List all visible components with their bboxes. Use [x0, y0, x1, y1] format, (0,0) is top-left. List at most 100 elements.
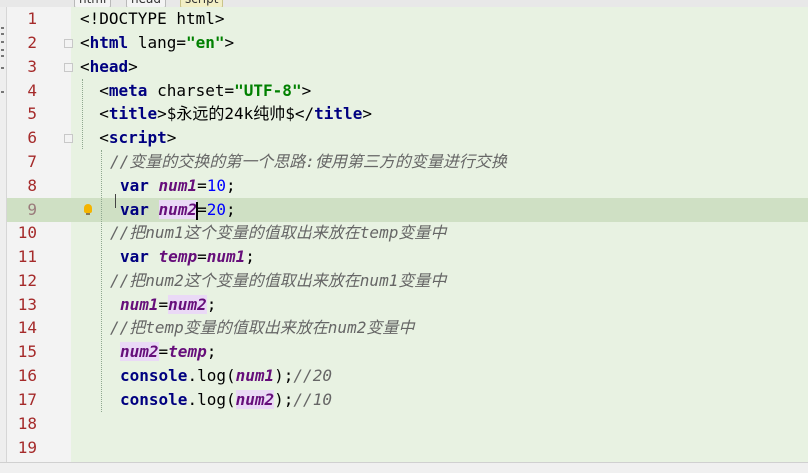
- semicolon: ;: [225, 200, 236, 219]
- variable-highlighted: num2: [168, 295, 207, 314]
- lightbulb-icon[interactable]: [84, 204, 92, 215]
- code-line-16[interactable]: console.log(num1);//20: [120, 364, 332, 388]
- dot: .: [187, 366, 198, 385]
- attribute-value: "UTF-8": [234, 81, 302, 100]
- code-line-13[interactable]: num1=num2;: [120, 293, 216, 317]
- tag-bracket: >: [301, 81, 312, 100]
- horizontal-scrollbar[interactable]: [0, 462, 808, 473]
- variable-highlighted: num2: [120, 342, 159, 361]
- code-line-3[interactable]: <head>: [80, 55, 138, 79]
- line-number: 16: [17, 366, 37, 385]
- code-line-2[interactable]: <html lang="en">: [80, 31, 234, 55]
- variable: temp: [168, 342, 207, 361]
- left-tool-strip: [0, 7, 7, 462]
- tag-bracket: <: [99, 81, 109, 100]
- code-line-8[interactable]: var num1=10;: [120, 174, 236, 198]
- keyword: var: [120, 200, 149, 219]
- title-text: $永远的24k纯帅$: [166, 104, 295, 123]
- breadcrumb-html[interactable]: html: [74, 0, 112, 7]
- method-name: log: [197, 390, 226, 409]
- semicolon: ;: [206, 342, 217, 361]
- semicolon: ;: [245, 247, 255, 266]
- line-number: 3: [27, 57, 37, 76]
- strip-mark: [1, 49, 4, 51]
- tag-name: script: [108, 128, 167, 147]
- code-line-17[interactable]: console.log(num2);//10: [120, 388, 332, 412]
- tag-name: html: [89, 33, 129, 52]
- tag-bracket: >: [157, 104, 167, 123]
- variable: num1: [120, 295, 159, 314]
- operator: =: [197, 247, 207, 266]
- code-line-9[interactable]: var num2=20;: [120, 198, 236, 222]
- tag-bracket: </: [294, 104, 315, 123]
- code-line-5[interactable]: <title>$永远的24k纯帅$</title>: [80, 102, 372, 126]
- operator: =: [158, 342, 169, 361]
- tag-bracket: <: [99, 128, 109, 147]
- tag-bracket: <: [80, 33, 90, 52]
- breadcrumb-head[interactable]: head: [126, 0, 166, 7]
- comment: //把num2这个变量的值取出来放在num1变量中: [110, 271, 447, 290]
- comment: //把num1这个变量的值取出来放在temp变量中: [110, 223, 447, 242]
- fold-toggle-icon[interactable]: [64, 63, 73, 72]
- mouse-ibeam-cursor: [115, 194, 121, 208]
- indent-guide: [101, 150, 102, 412]
- code-line-1[interactable]: <!DOCTYPE html>: [80, 7, 225, 31]
- keyword: var: [120, 176, 149, 195]
- tag-name: title: [314, 104, 363, 123]
- line-number: 11: [17, 247, 37, 266]
- code-line-14[interactable]: //把temp变量的值取出来放在num2变量中: [110, 316, 414, 340]
- line-number: 8: [27, 176, 37, 195]
- object-name: console: [120, 390, 188, 409]
- line-number: 2: [27, 33, 37, 52]
- code-line-11[interactable]: var temp=num1;: [120, 245, 255, 269]
- tag-bracket: >: [166, 128, 177, 147]
- code-line-12[interactable]: //把num2这个变量的值取出来放在num1变量中: [110, 269, 446, 293]
- fold-toggle-icon[interactable]: [64, 134, 73, 143]
- code-line-6[interactable]: <script>: [80, 126, 176, 150]
- code-line-10[interactable]: //把num1这个变量的值取出来放在temp变量中: [110, 221, 446, 245]
- line-number: 19: [17, 438, 37, 457]
- strip-mark: [1, 27, 4, 29]
- code-line-4[interactable]: <meta charset="UTF-8">: [80, 79, 311, 103]
- strip-mark: [1, 55, 4, 57]
- line-number: 4: [27, 81, 37, 100]
- paren: );: [274, 390, 294, 409]
- method-name: log: [197, 366, 226, 385]
- attribute-value: "en": [185, 33, 225, 52]
- line-number: 1: [27, 9, 37, 28]
- paren: (: [225, 390, 236, 409]
- code-line-7[interactable]: //变量的交换的第一个思路:使用第三方的变量进行交换: [110, 150, 507, 174]
- object-name: console: [120, 366, 188, 385]
- variable: num1: [206, 247, 246, 266]
- tag-bracket: >: [128, 57, 138, 76]
- code-line-15[interactable]: num2=temp;: [120, 340, 216, 364]
- line-number: 17: [17, 390, 37, 409]
- line-number: 15: [17, 342, 37, 361]
- breadcrumb-bar: html head script: [0, 0, 808, 7]
- line-number: 18: [17, 414, 37, 433]
- operator: =: [197, 176, 207, 195]
- line-number-current: 9: [27, 200, 37, 219]
- fold-toggle-icon[interactable]: [64, 39, 73, 48]
- tag-name: title: [108, 104, 158, 123]
- comment: //变量的交换的第一个思路:使用第三方的变量进行交换: [110, 152, 507, 171]
- attribute-name: charset=: [157, 81, 235, 100]
- semicolon: ;: [225, 176, 236, 195]
- dot: .: [187, 390, 198, 409]
- line-number: 7: [27, 152, 37, 171]
- semicolon: ;: [206, 295, 217, 314]
- tag-bracket: <: [99, 104, 109, 123]
- tag-bracket: >: [224, 33, 235, 52]
- line-number: 5: [27, 104, 37, 123]
- breadcrumb-script[interactable]: script: [180, 0, 224, 7]
- doctype: <!DOCTYPE html>: [80, 9, 225, 28]
- tag-name: meta: [108, 81, 148, 100]
- line-number: 6: [27, 128, 37, 147]
- paren: );: [274, 366, 294, 385]
- comment: //20: [293, 366, 332, 385]
